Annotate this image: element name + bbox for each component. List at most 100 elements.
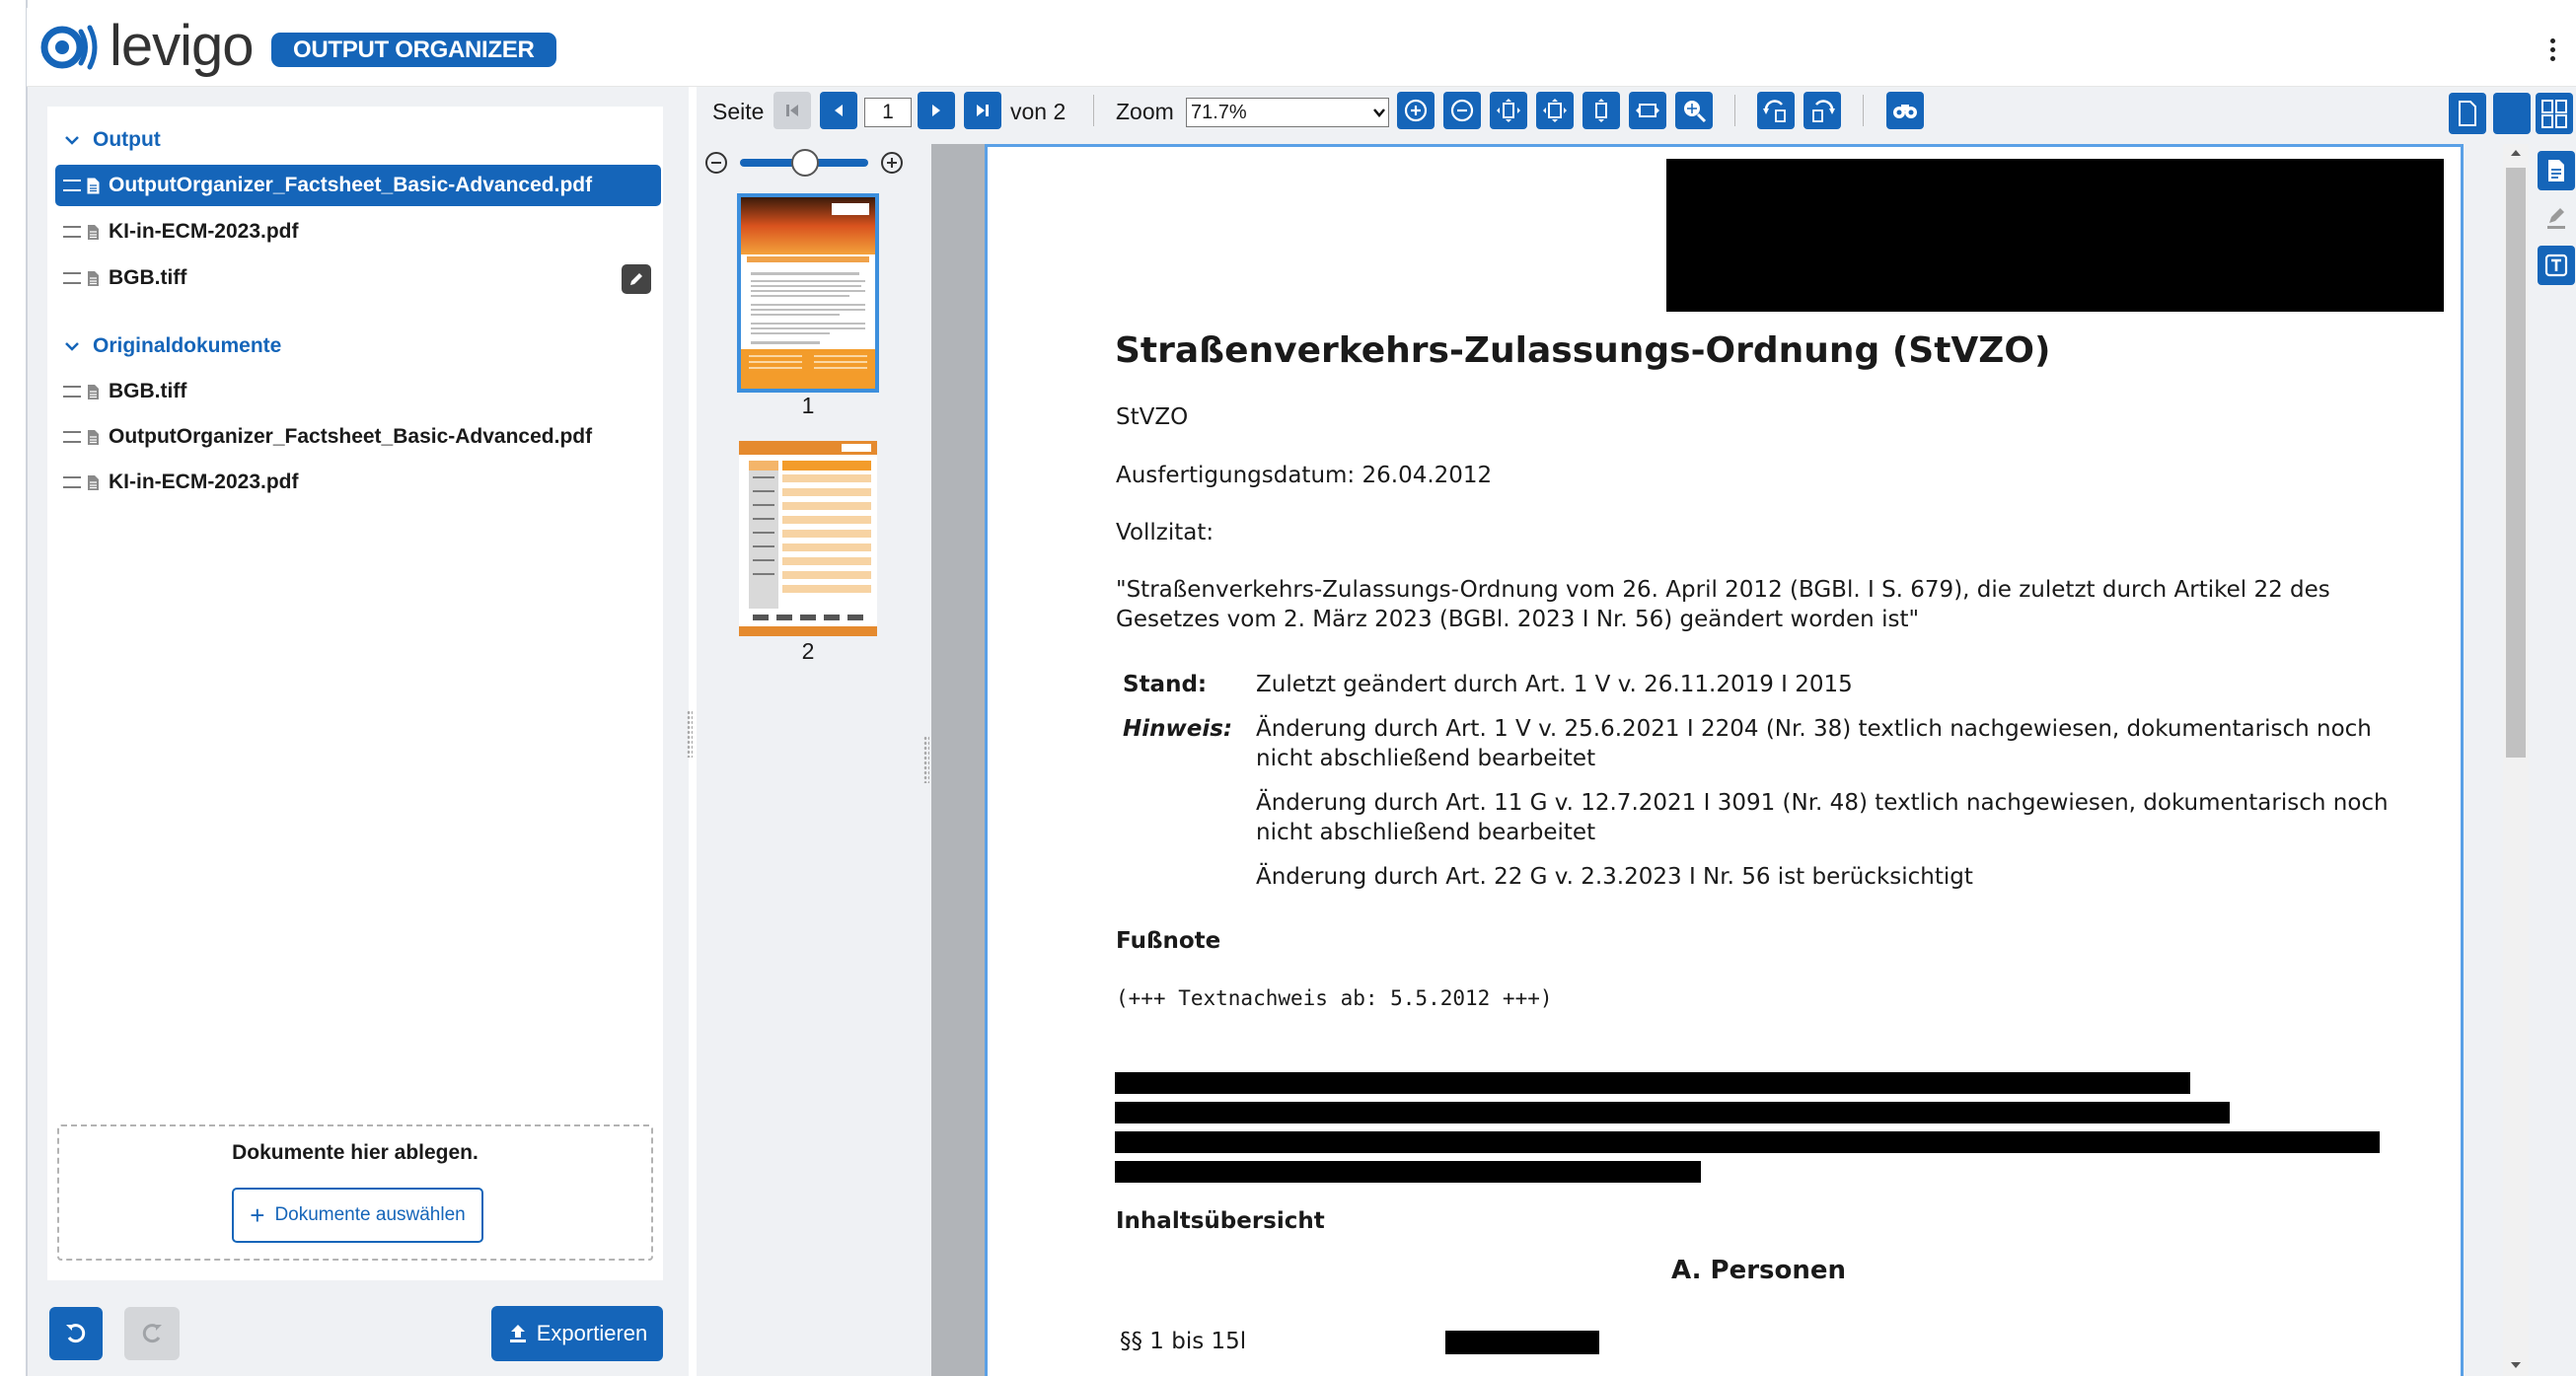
fit-page-button[interactable] [1490, 92, 1527, 129]
first-page-button[interactable] [773, 92, 811, 129]
vollzitat-label: Vollzitat: [1116, 520, 1214, 545]
next-page-button[interactable] [918, 92, 955, 129]
drag-handle-icon[interactable] [63, 386, 81, 398]
thumbnail-zoom-in-icon[interactable] [879, 150, 905, 176]
output-file-ki-in-ecm[interactable]: KI-in-ECM-2023.pdf [55, 211, 661, 253]
thumbnail-resize-handle[interactable] [923, 736, 929, 783]
drag-handle-icon[interactable] [63, 431, 81, 443]
drag-handle-icon[interactable] [63, 272, 81, 284]
redo-button[interactable] [124, 1307, 180, 1360]
scroll-up-icon[interactable] [2509, 148, 2523, 158]
scroll-down-icon[interactable] [2509, 1360, 2523, 1370]
inhaltsuebersicht-heading: Inhaltsübersicht [1116, 1208, 1325, 1234]
search-button[interactable] [1886, 92, 1924, 129]
fit-width-button[interactable] [1536, 92, 1574, 129]
levigo-logo: levigo [38, 14, 255, 79]
thumbnail-2-preview [739, 441, 877, 636]
rotate-left-button[interactable] [1757, 92, 1795, 129]
citation-line-1: "Straßenverkehrs-Zulassungs-Ordnung vom … [1116, 577, 2330, 603]
text-tool-button[interactable] [2538, 246, 2575, 285]
hinweis-1-line-2: nicht abschließend bearbeitet [1256, 746, 1596, 771]
drop-zone[interactable]: Dokumente hier ablegen. + Dokumente ausw… [57, 1124, 653, 1261]
magnifier-button[interactable] [1675, 92, 1713, 129]
previous-page-icon [835, 105, 843, 116]
drag-handle-icon[interactable] [63, 476, 81, 488]
citation-line-2: Gesetzes vom 2. März 2023 (BGBl. 2023 I … [1116, 607, 1920, 632]
section-originaldokumente-label: Originaldokumente [93, 334, 282, 357]
rotate-right-icon [1812, 100, 1835, 122]
first-page-icon [786, 105, 798, 116]
page-number-input[interactable]: 1 [864, 98, 912, 127]
zoom-value: 71.7% [1191, 101, 1247, 123]
magnifier-icon [1684, 101, 1707, 123]
output-file-outputorganizer[interactable]: OutputOrganizer_Factsheet_Basic-Advanced… [55, 165, 661, 206]
original-file-outputorganizer[interactable]: OutputOrganizer_Factsheet_Basic-Advanced… [55, 416, 661, 458]
annotation-pen-button[interactable] [2538, 198, 2575, 238]
undo-button[interactable] [49, 1307, 103, 1360]
zoom-in-button[interactable] [1397, 92, 1435, 129]
chevron-down-icon [1373, 109, 1385, 117]
original-file-ki-in-ecm[interactable]: KI-in-ECM-2023.pdf [55, 462, 661, 503]
redaction-line [1115, 1131, 2380, 1153]
rotate-right-button[interactable] [1803, 92, 1841, 129]
next-page-icon [932, 105, 940, 116]
drag-handle-icon[interactable] [63, 180, 81, 191]
thumbnail-size-slider-handle[interactable] [791, 149, 819, 177]
hinweis-2-line-2: nicht abschließend bearbeitet [1256, 820, 1596, 845]
output-file-bgb[interactable]: BGB.tiff [55, 257, 661, 299]
hinweis-2-line-1: Änderung durch Art. 11 G v. 12.7.2021 I … [1256, 790, 2389, 816]
single-page-view-button[interactable] [2449, 93, 2486, 134]
toolbar-divider [1093, 95, 1094, 126]
document-info-icon [2548, 160, 2564, 181]
redaction-line [1115, 1102, 2230, 1123]
text-box-icon [2544, 253, 2568, 277]
kebab-menu-icon[interactable] [2542, 30, 2562, 69]
textnachweis: (+++ Textnachweis ab: 5.5.2012 +++) [1116, 986, 1553, 1010]
thumbnail-zoom-out-icon[interactable] [703, 150, 729, 176]
paragraph-range: §§ 1 bis 15l [1120, 1329, 1247, 1354]
zoom-out-button[interactable] [1443, 92, 1481, 129]
document-info-button[interactable] [2538, 151, 2575, 190]
thumbnail-1-number: 1 [801, 393, 815, 418]
drop-zone-text: Dokumente hier ablegen. [232, 1141, 478, 1164]
section-originaldokumente[interactable]: Originaldokumente [61, 330, 281, 362]
last-page-button[interactable] [964, 92, 1001, 129]
document-icon [88, 429, 99, 445]
edit-pencil-icon[interactable] [622, 264, 651, 294]
original-file-bgb[interactable]: BGB.tiff [55, 371, 661, 412]
document-icon [87, 178, 100, 193]
choose-documents-button[interactable]: + Dokumente auswählen [232, 1188, 483, 1243]
thumbnail-page-2[interactable] [739, 441, 877, 636]
drag-handle-icon[interactable] [63, 226, 81, 238]
product-badge: OUTPUT ORGANIZER [271, 33, 556, 67]
export-button[interactable]: Exportieren [491, 1306, 663, 1361]
document-title: Straßenverkehrs-Zulassungs-Ordnung (StVZ… [1115, 330, 2051, 371]
single-page-icon [2459, 101, 2476, 126]
page-count-label: von 2 [1010, 99, 1067, 124]
section-output[interactable]: Output [61, 124, 161, 156]
upload-icon [509, 1325, 526, 1342]
actual-size-button[interactable] [1629, 92, 1666, 129]
previous-page-button[interactable] [820, 92, 857, 129]
grid-view-icon [2541, 100, 2567, 128]
hinweis-3: Änderung durch Art. 22 G v. 2.3.2023 I N… [1256, 864, 1973, 890]
file-name: KI-in-ECM-2023.pdf [109, 471, 299, 493]
thumbnail-1-preview [741, 197, 875, 389]
thumbnail-2-number: 2 [801, 638, 815, 664]
rotate-left-icon [1763, 100, 1786, 122]
document-icon [88, 384, 99, 399]
chevron-down-icon [65, 136, 79, 145]
sidebar-resize-handle[interactable] [687, 710, 693, 758]
file-name: OutputOrganizer_Factsheet_Basic-Advanced… [109, 174, 593, 196]
continuous-view-button[interactable] [2493, 93, 2531, 134]
fit-height-button[interactable] [1582, 92, 1620, 129]
document-date: Ausfertigungsdatum: 26.04.2012 [1116, 463, 1493, 488]
hinweis-1-line-1: Änderung durch Art. 1 V v. 25.6.2021 I 2… [1256, 716, 2372, 742]
grid-view-button[interactable] [2536, 93, 2573, 134]
fussnote-heading: Fußnote [1116, 928, 1221, 954]
thumbnail-page-1[interactable] [737, 193, 879, 393]
scrollbar-thumb[interactable] [2506, 168, 2526, 758]
document-abbreviation: StVZO [1116, 404, 1189, 430]
file-name: BGB.tiff [109, 266, 187, 289]
zoom-select[interactable]: 71.7% [1186, 98, 1389, 127]
